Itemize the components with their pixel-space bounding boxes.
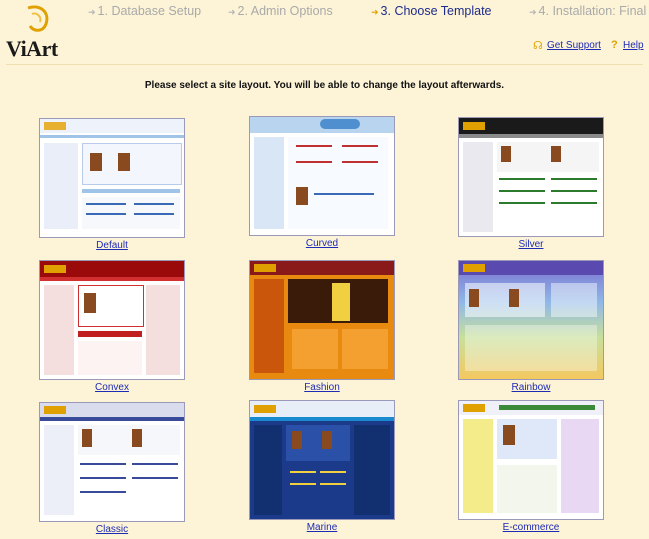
template-label[interactable]: Rainbow	[458, 382, 604, 393]
step-database-setup: ➜ 1. Database Setup	[88, 4, 202, 18]
help-links: ☊ Get Support ? Help	[533, 39, 644, 54]
template-silver[interactable]: Silver	[458, 117, 604, 250]
template-label[interactable]: E-commerce	[458, 522, 604, 533]
template-thumbnail[interactable]	[39, 402, 185, 522]
template-classic[interactable]: Classic	[39, 402, 185, 535]
header-divider	[6, 64, 643, 65]
step-arrow-icon: ➜	[88, 7, 96, 17]
template-label[interactable]: Silver	[458, 239, 604, 250]
template-convex[interactable]: Convex	[39, 260, 185, 393]
template-label[interactable]: Convex	[39, 382, 185, 393]
step-admin-options: ➜ 2. Admin Options	[228, 4, 333, 18]
header: ViArt ➜ 1. Database Setup ➜ 2. Admin Optio…	[0, 0, 649, 66]
template-thumbnail[interactable]	[458, 117, 604, 237]
instruction-text: Please select a site layout. You will be…	[144, 80, 505, 91]
template-thumbnail[interactable]	[39, 118, 185, 238]
template-fashion[interactable]: Fashion	[249, 260, 395, 393]
template-e-commerce[interactable]: E-commerce	[458, 400, 604, 533]
template-rainbow[interactable]: Rainbow	[458, 260, 604, 393]
template-label[interactable]: Default	[39, 240, 185, 251]
template-thumbnail[interactable]	[249, 400, 395, 520]
get-support-link[interactable]: Get Support	[547, 40, 601, 51]
template-thumbnail[interactable]	[249, 260, 395, 380]
question-icon: ?	[611, 39, 618, 51]
template-marine[interactable]: Marine	[249, 400, 395, 533]
step-arrow-icon: ➜	[529, 7, 537, 17]
template-label[interactable]: Fashion	[249, 382, 395, 393]
template-thumbnail[interactable]	[249, 116, 395, 236]
help-link[interactable]: Help	[623, 40, 644, 51]
template-label[interactable]: Curved	[249, 238, 395, 249]
template-thumbnail[interactable]	[39, 260, 185, 380]
template-curved[interactable]: Curved	[249, 116, 395, 249]
template-thumbnail[interactable]	[458, 400, 604, 520]
headset-icon: ☊	[533, 40, 543, 52]
install-steps: ➜ 1. Database Setup ➜ 2. Admin Options ➜ 3.…	[88, 4, 649, 22]
logo-text: ViArt	[6, 36, 58, 61]
template-label[interactable]: Marine	[249, 522, 395, 533]
template-thumbnail[interactable]	[458, 260, 604, 380]
step-arrow-icon: ➜	[228, 7, 236, 17]
step-choose-template: ➜ 3. Choose Template	[371, 4, 492, 18]
template-label[interactable]: Classic	[39, 524, 185, 535]
template-default[interactable]: Default	[39, 118, 185, 251]
step-installation-final: ➜ 4. Installation: Final	[529, 4, 647, 18]
step-arrow-icon: ➜	[371, 7, 379, 17]
